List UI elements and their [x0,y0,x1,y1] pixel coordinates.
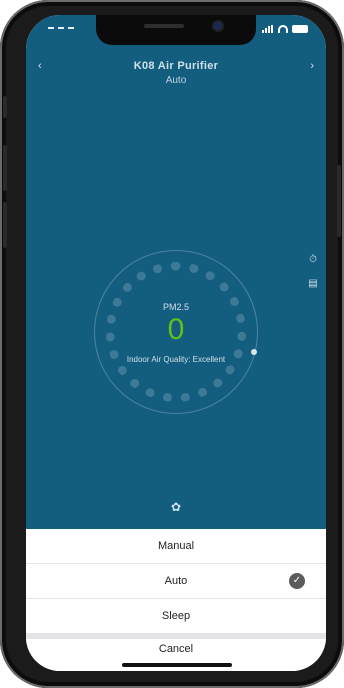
mute-switch [3,96,7,118]
wifi-icon [278,25,288,33]
current-mode-label: Auto [165,75,187,86]
sheet-gap [26,633,326,639]
air-quality-label: Indoor Air Quality: Excellent [126,355,226,364]
notch [96,15,256,45]
timer-icon[interactable]: ⏱ [307,254,319,266]
battery-icon [292,25,308,33]
mode-option-auto[interactable]: Auto [26,564,326,598]
page-title: K08 Air Purifier [133,60,219,72]
status-time [48,27,74,32]
signal-icon [262,25,274,33]
speaker [144,24,184,28]
more-icon[interactable]: › [310,60,314,72]
mode-option-manual[interactable]: Manual [26,529,326,563]
cancel-button[interactable]: Cancel [26,643,326,655]
pm-label: PM2.5 [162,302,189,312]
pm-value: 0 [167,313,185,346]
status-icons [262,25,308,33]
fan-icon[interactable]: ✿ [168,499,184,515]
front-camera [214,22,222,30]
home-indicator[interactable] [122,663,232,667]
power-button [337,165,341,237]
volume-down-button [3,202,7,248]
filter-icon[interactable]: ▤ [307,278,319,290]
screen: ‹ K08 Air Purifier › Auto ⏱ ▤ PM2.5 0 In… [26,15,326,671]
check-icon: ✓ [289,573,305,589]
mode-option-sleep[interactable]: Sleep [26,599,326,633]
volume-up-button [3,145,7,191]
